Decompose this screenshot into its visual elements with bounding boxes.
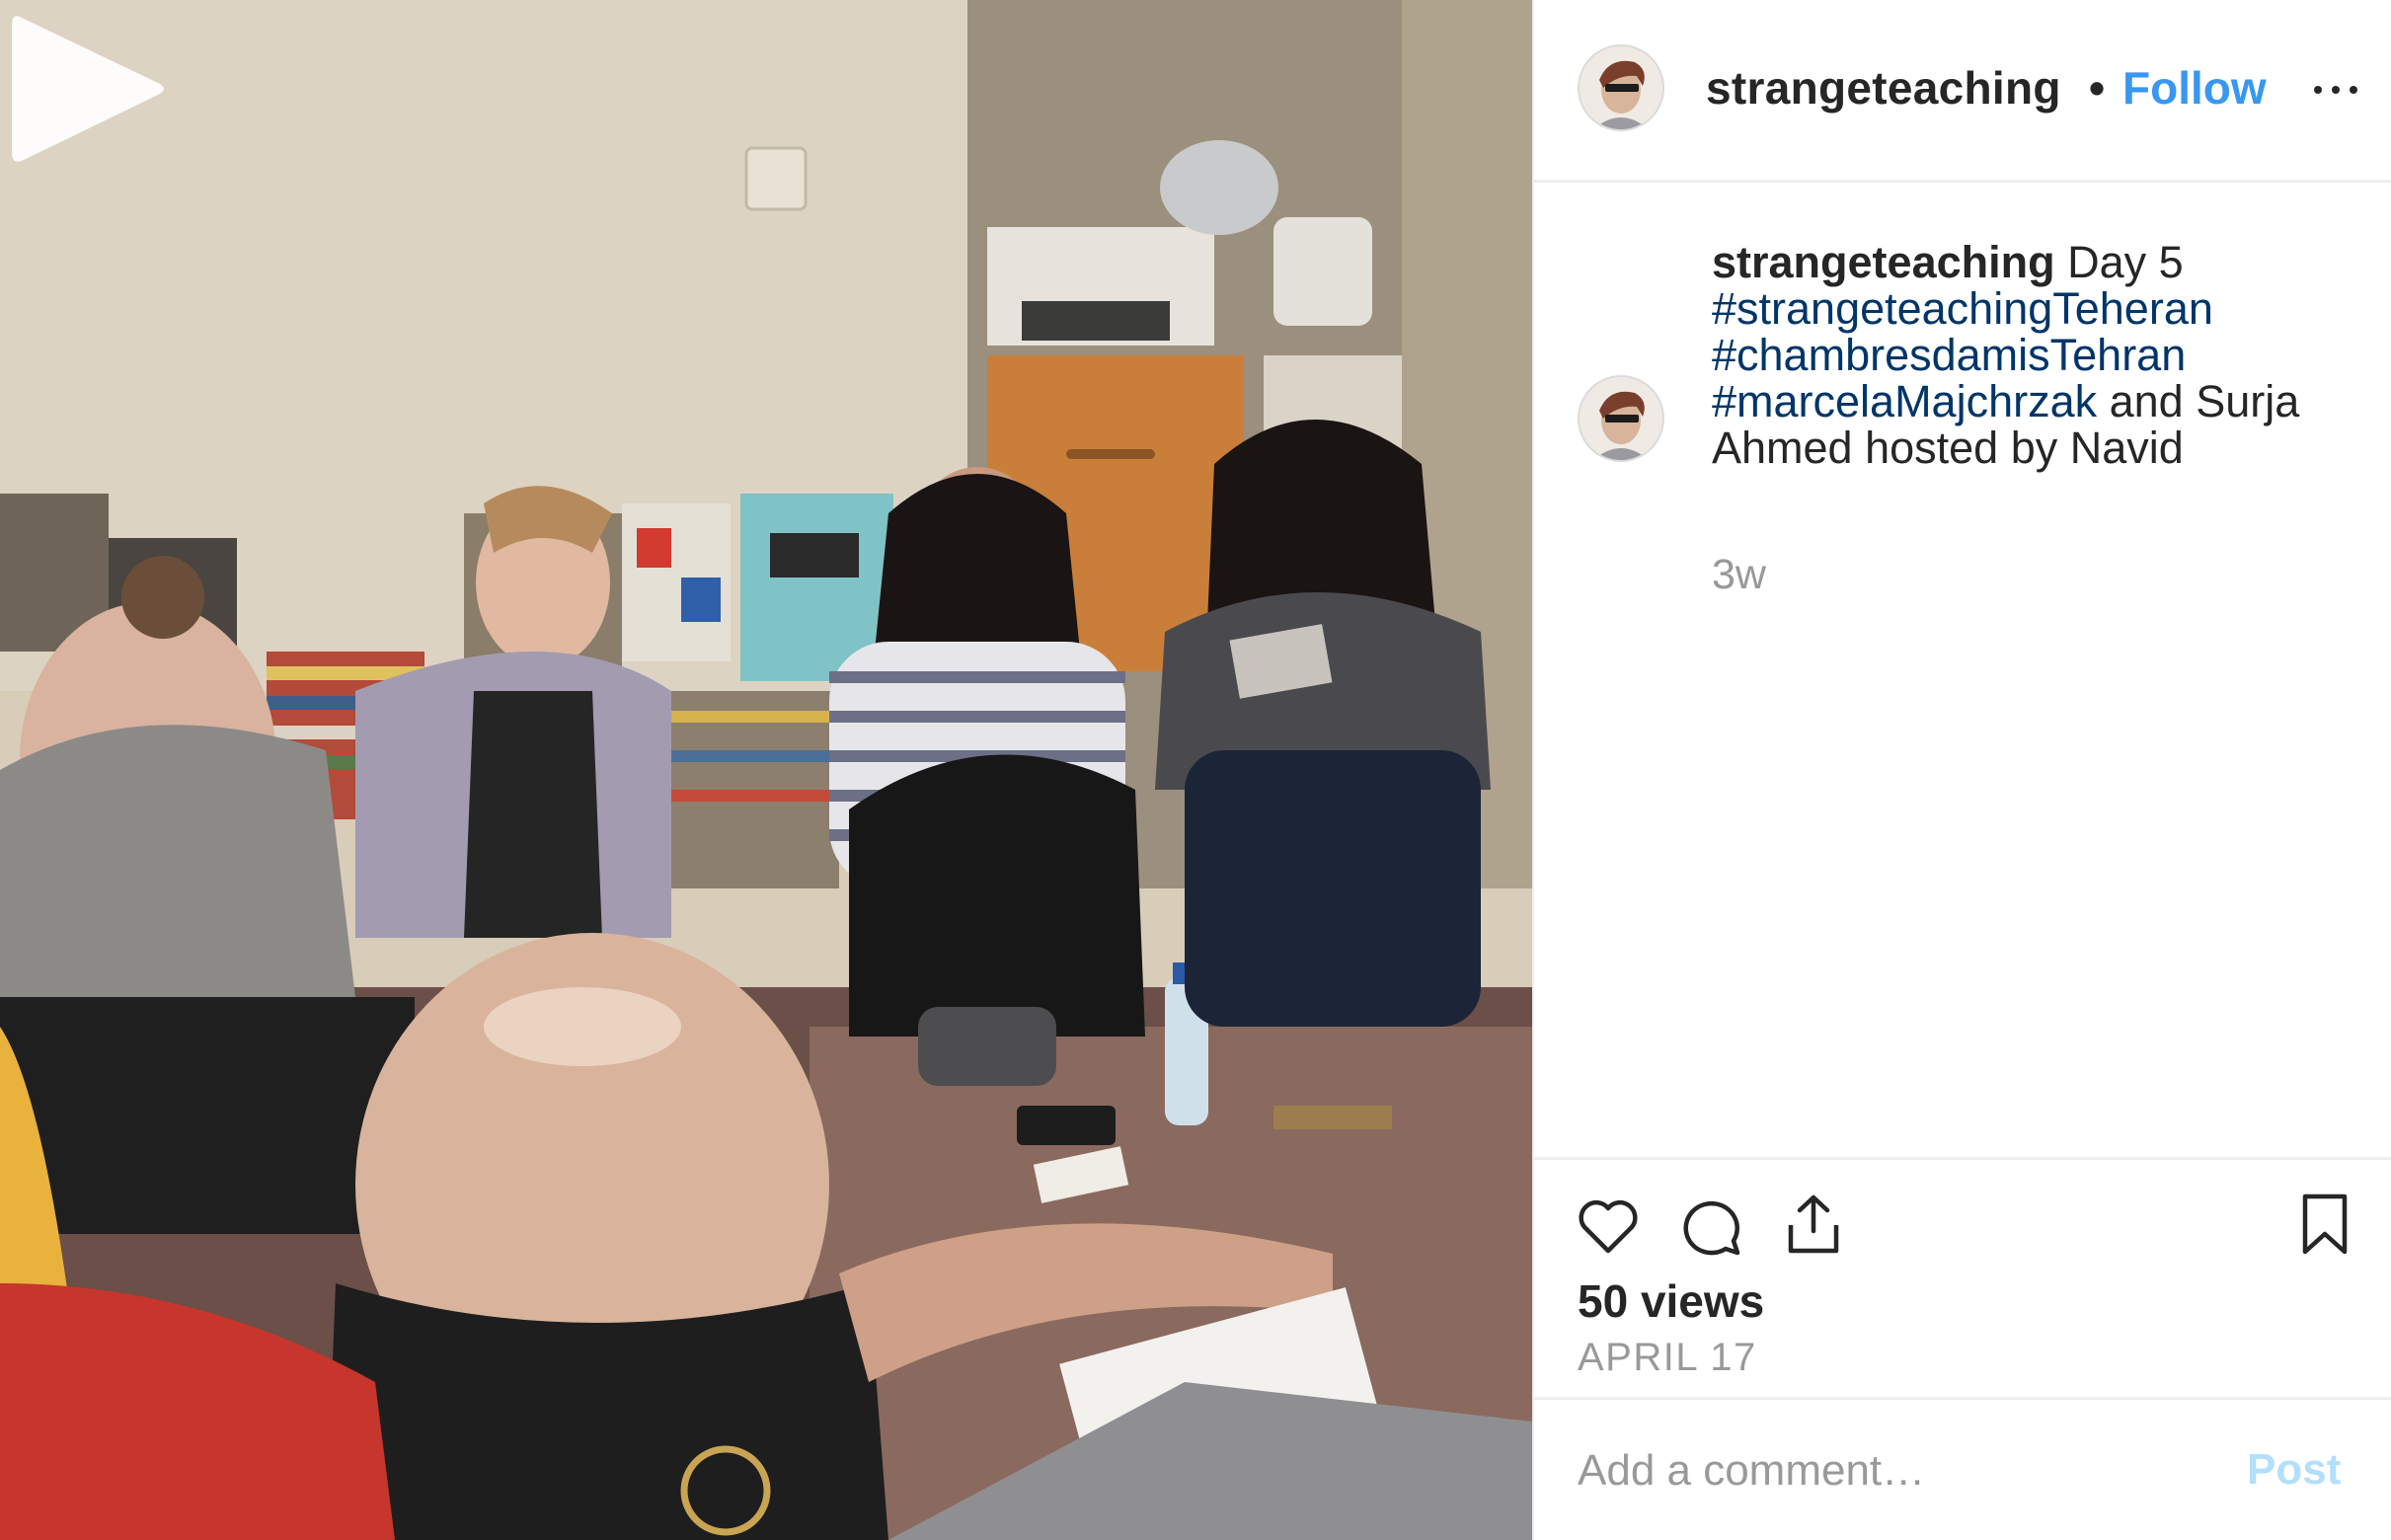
header-separator: • [2089, 62, 2106, 114]
video-frame-scene [0, 0, 1532, 1540]
post-header: strangeteaching • Follow [1534, 0, 2391, 183]
avatar-image [1580, 377, 1662, 460]
post-actions: 50 views APRIL 17 [1534, 1157, 2391, 1400]
caption-username[interactable]: strangeteaching [1712, 237, 2055, 287]
comment-bar: Post [1534, 1400, 2391, 1540]
post-comment-button[interactable]: Post [2247, 1445, 2341, 1495]
post-sidebar: strangeteaching • Follow strangeteaching… [1532, 0, 2391, 1540]
hashtag-link[interactable]: #chambresdamisTehran [1712, 330, 2186, 380]
instagram-post-modal: strangeteaching • Follow strangeteaching… [0, 0, 2391, 1540]
avatar[interactable] [1578, 44, 1664, 131]
play-icon[interactable] [0, 0, 173, 178]
heart-icon[interactable] [1576, 1197, 1641, 1257]
post-video[interactable] [0, 0, 1532, 1540]
bookmark-icon[interactable] [2298, 1192, 2352, 1257]
share-icon[interactable] [1783, 1192, 1844, 1257]
hashtag-link[interactable]: #marcelaMajchrzak [1712, 376, 2097, 426]
caption-avatar[interactable] [1578, 375, 1664, 462]
hashtag-link[interactable]: #strangeteachingTeheran [1712, 283, 2213, 334]
comment-input[interactable] [1578, 1439, 2190, 1502]
post-date[interactable]: APRIL 17 [1578, 1336, 1757, 1380]
caption-text: strangeteaching Day 5 #strangeteachingTe… [1712, 239, 2344, 471]
caption-intro: Day 5 [2054, 237, 2184, 287]
post-author-username[interactable]: strangeteaching [1706, 61, 2079, 115]
caption-section: strangeteaching Day 5 #strangeteachingTe… [1534, 180, 2391, 1157]
avatar-image [1580, 46, 1662, 129]
more-horizontal-icon[interactable] [2314, 83, 2357, 97]
follow-button[interactable]: Follow [2122, 61, 2267, 115]
caption-timestamp[interactable]: 3w [1712, 551, 1766, 599]
view-count[interactable]: 50 views [1578, 1274, 1764, 1328]
comment-icon[interactable] [1680, 1195, 1743, 1259]
